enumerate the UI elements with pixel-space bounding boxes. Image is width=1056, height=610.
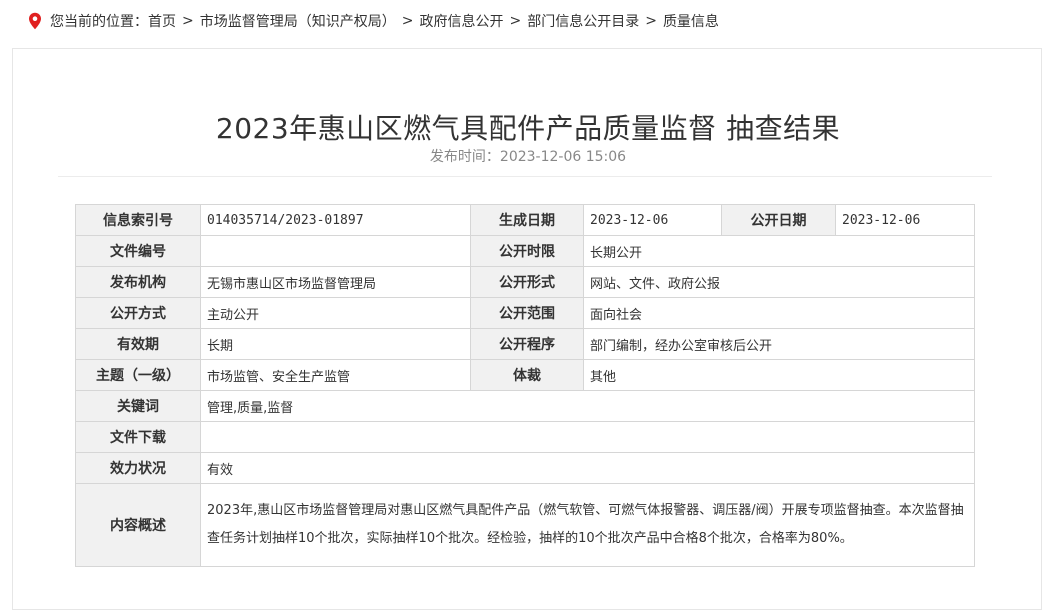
- table-row: 主题（一级） 市场监管、安全生产监管 体裁 其他: [75, 359, 975, 391]
- table-row: 内容概述 2023年,惠山区市场监督管理局对惠山区燃气具配件产品（燃气软管、可燃…: [75, 483, 975, 567]
- public-form-label: 公开形式: [470, 266, 584, 298]
- location-pin-icon: [28, 12, 42, 30]
- topic-value: 市场监管、安全生产监管: [200, 359, 471, 391]
- table-row: 公开方式 主动公开 公开范围 面向社会: [75, 297, 975, 329]
- keywords-value: 管理,质量,监督: [200, 390, 975, 422]
- table-row: 效力状况 有效: [75, 452, 975, 484]
- breadcrumb-separator: >: [401, 13, 414, 29]
- validity-value: 长期: [200, 328, 471, 360]
- created-date-label: 生成日期: [470, 204, 584, 236]
- topic-label: 主题（一级）: [75, 359, 201, 391]
- summary-value: 2023年,惠山区市场监督管理局对惠山区燃气具配件产品（燃气软管、可燃气体报警器…: [200, 483, 975, 567]
- table-row: 文件编号 公开时限 长期公开: [75, 235, 975, 267]
- download-label: 文件下载: [75, 421, 201, 453]
- breadcrumb-quality-info[interactable]: 质量信息: [663, 11, 719, 31]
- created-date-value: 2023-12-06: [583, 204, 722, 236]
- issuer-value: 无锡市惠山区市场监督管理局: [200, 266, 471, 298]
- table-row: 发布机构 无锡市惠山区市场监督管理局 公开形式 网站、文件、政府公报: [75, 266, 975, 298]
- breadcrumb-separator: >: [182, 13, 194, 29]
- metadata-table: 信息索引号 014035714/2023-01897 生成日期 2023-12-…: [75, 204, 975, 567]
- public-scope-value: 面向社会: [583, 297, 975, 329]
- public-period-label: 公开时限: [470, 235, 584, 267]
- publish-time-label: 发布时间：: [429, 149, 500, 165]
- summary-label: 内容概述: [75, 483, 201, 567]
- public-method-value: 主动公开: [200, 297, 471, 329]
- page-title: 2023年惠山区燃气具配件产品质量监督 抽查结果: [215, 111, 841, 145]
- effect-status-label: 效力状况: [75, 452, 201, 484]
- table-row: 有效期 长期 公开程序 部门编制，经办公室审核后公开: [75, 328, 975, 360]
- public-date-value: 2023-12-06: [835, 204, 975, 236]
- keywords-label: 关键词: [75, 390, 201, 422]
- table-row: 关键词 管理,质量,监督: [75, 390, 975, 422]
- table-row: 文件下载: [75, 421, 975, 453]
- validity-label: 有效期: [75, 328, 201, 360]
- publish-time-value: 2023-12-06 15:06: [499, 149, 627, 165]
- effect-status-value: 有效: [200, 452, 975, 484]
- publish-time: 发布时间：2023-12-06 15:06: [0, 146, 1056, 166]
- breadcrumb-separator: >: [509, 13, 522, 29]
- index-no-label: 信息索引号: [75, 204, 201, 236]
- breadcrumb-market-bureau[interactable]: 市场监督管理局（知识产权局）: [200, 11, 396, 31]
- doc-no-label: 文件编号: [75, 235, 201, 267]
- breadcrumb-dept-catalog[interactable]: 部门信息公开目录: [527, 11, 639, 31]
- issuer-label: 发布机构: [75, 266, 201, 298]
- public-method-label: 公开方式: [75, 297, 201, 329]
- public-procedure-value: 部门编制，经办公室审核后公开: [583, 328, 975, 360]
- public-period-value: 长期公开: [583, 235, 975, 267]
- breadcrumb-separator: >: [645, 13, 657, 29]
- public-scope-label: 公开范围: [470, 297, 584, 329]
- download-value[interactable]: [200, 421, 975, 453]
- breadcrumb-home[interactable]: 首页: [148, 11, 176, 31]
- breadcrumb-prefix: 您当前的位置：: [50, 14, 148, 30]
- title-divider: [58, 176, 992, 177]
- breadcrumb-gov-info[interactable]: 政府信息公开: [419, 11, 503, 31]
- table-row: 信息索引号 014035714/2023-01897 生成日期 2023-12-…: [75, 204, 975, 236]
- breadcrumb: 您当前的位置： 首页 > 市场监督管理局（知识产权局） > 政府信息公开 > 部…: [28, 10, 719, 32]
- genre-value: 其他: [583, 359, 975, 391]
- public-date-label: 公开日期: [721, 204, 836, 236]
- genre-label: 体裁: [470, 359, 584, 391]
- public-procedure-label: 公开程序: [470, 328, 584, 360]
- doc-no-value: [200, 235, 471, 267]
- public-form-value: 网站、文件、政府公报: [583, 266, 975, 298]
- index-no-value: 014035714/2023-01897: [200, 204, 471, 236]
